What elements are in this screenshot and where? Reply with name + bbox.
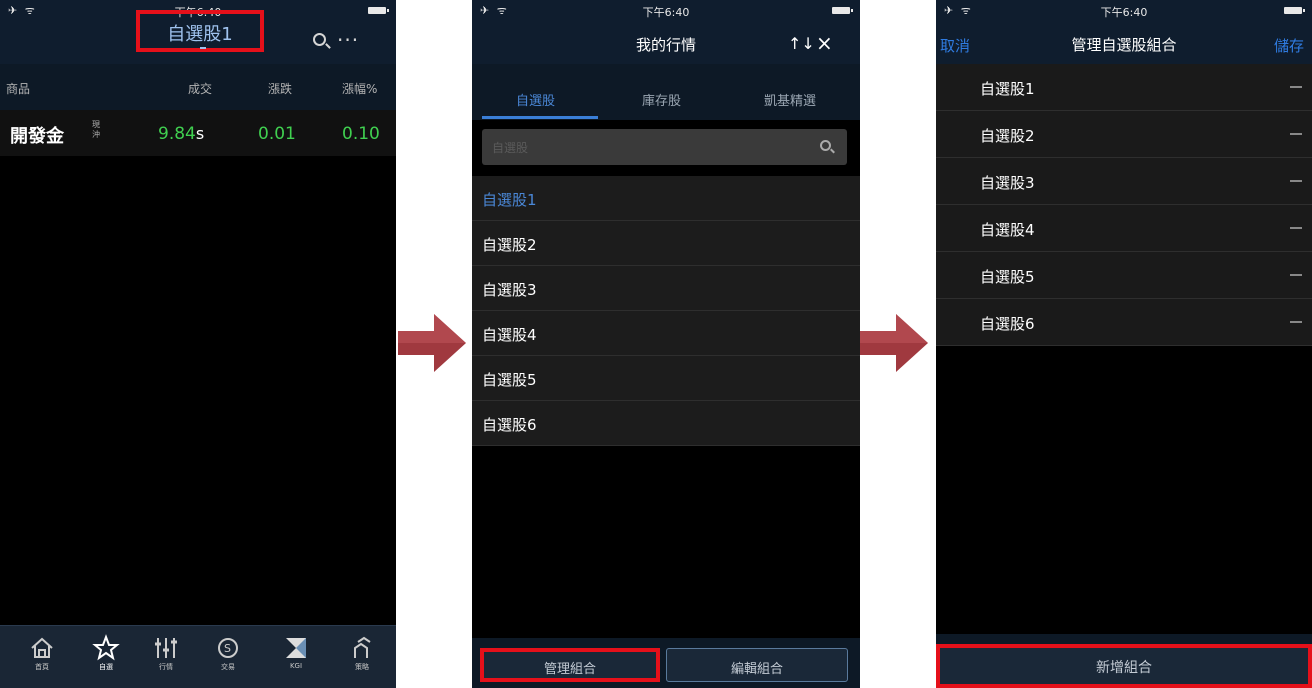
add-group-button[interactable]: 新增組合: [936, 644, 1312, 688]
status-bar: ✈ ᯤ 下午6:40: [472, 0, 860, 20]
stock-pct: 0.10: [342, 124, 380, 144]
column-deal[interactable]: 成交: [188, 80, 212, 97]
bottom-actions: 管理組合 編輯組合: [472, 638, 860, 688]
close-icon[interactable]: ×: [816, 31, 833, 55]
drag-handle-icon[interactable]: [1290, 86, 1302, 88]
list-item[interactable]: 自選股4: [936, 205, 1312, 252]
status-bar: ✈ ᯤ 下午6:40: [936, 0, 1312, 20]
more-icon[interactable]: ···: [337, 28, 359, 52]
battery-icon: [1284, 7, 1305, 14]
tab-kgi-picks[interactable]: 凱基精選: [764, 90, 816, 109]
home-icon: [31, 637, 53, 658]
watchlist-list: 自選股1 自選股2 自選股3 自選股4 自選股5 自選股6: [472, 176, 860, 446]
trade-icon: S: [218, 638, 238, 658]
drag-handle-icon[interactable]: [1290, 133, 1302, 135]
column-change[interactable]: 漲跌: [268, 80, 292, 97]
status-time: 下午6:40: [1100, 6, 1148, 19]
bottom-tab-bar: 首頁 自選 行情 S 交易 KGI 策略: [0, 625, 396, 688]
svg-text:S: S: [224, 642, 231, 655]
kgi-icon: [286, 638, 306, 658]
search-placeholder: 自選股: [492, 141, 529, 155]
stock-change: 0.01: [258, 124, 296, 144]
screen-watchlist: ✈ ᯤ 下午6:40 自選股1 ··· 商品 成交 漲跌 漲幅% 開發金 現沖 …: [0, 0, 396, 688]
day-trade-tag: 現沖: [92, 120, 100, 139]
search-icon[interactable]: [820, 140, 831, 151]
drag-handle-icon[interactable]: [1290, 274, 1302, 276]
star-icon: [92, 634, 120, 661]
column-product[interactable]: 商品: [6, 80, 30, 97]
tab-holdings[interactable]: 庫存股: [642, 90, 681, 109]
list-item[interactable]: 自選股5: [472, 356, 860, 401]
tab-kgi[interactable]: KGI: [276, 632, 316, 670]
tab-strategy[interactable]: 策略: [342, 632, 382, 672]
edit-groups-button[interactable]: 編輯組合: [666, 648, 848, 682]
quotes-icon: [155, 638, 177, 658]
battery-icon: [368, 7, 389, 14]
tab-watchlist[interactable]: 自選股: [516, 90, 555, 109]
drag-handle-icon[interactable]: [1290, 180, 1302, 182]
arrow-right-icon: [860, 314, 928, 372]
chevron-down-icon: [200, 47, 206, 49]
sort-icon[interactable]: ↑↓: [788, 34, 815, 53]
stock-name: 開發金: [10, 126, 64, 147]
active-tab-indicator: [482, 116, 598, 119]
column-header: 商品 成交 漲跌 漲幅%: [0, 64, 396, 110]
tab-trade[interactable]: S 交易: [208, 632, 248, 672]
group-list: 自選股1 自選股2 自選股3 自選股4 自選股5 自選股6: [936, 64, 1312, 346]
watchlist-title-dropdown[interactable]: 自選股1: [136, 10, 264, 52]
strategy-icon: [354, 636, 371, 658]
search-input[interactable]: 自選股: [482, 129, 847, 165]
price-suffix: s: [195, 124, 205, 143]
status-time: 下午6:40: [642, 6, 690, 19]
list-item[interactable]: 自選股1: [472, 176, 860, 221]
page-title: 管理自選股組合: [1071, 36, 1177, 54]
list-item[interactable]: 自選股4: [472, 311, 860, 356]
drag-handle-icon[interactable]: [1290, 321, 1302, 323]
manage-groups-button[interactable]: 管理組合: [480, 648, 660, 682]
stock-row[interactable]: 開發金 現沖 9.84s 0.01 0.10: [0, 110, 396, 156]
screen-manage-groups: ✈ ᯤ 下午6:40 取消 管理自選股組合 儲存 自選股1 自選股2 自選股3 …: [936, 0, 1312, 688]
list-item[interactable]: 自選股3: [936, 158, 1312, 205]
arrow-right-icon: [398, 314, 466, 372]
battery-icon: [832, 7, 853, 14]
screen-my-quotes: ✈ ᯤ 下午6:40 我的行情 ↑↓ × 自選股 庫存股 凱基精選 自選股 自選…: [472, 0, 860, 688]
list-item[interactable]: 自選股2: [936, 111, 1312, 158]
list-item[interactable]: 自選股3: [472, 266, 860, 311]
nav-bar: 取消 管理自選股組合 儲存: [936, 20, 1312, 64]
stock-price: 9.84s: [158, 124, 205, 144]
segment-tabs: 自選股 庫存股 凱基精選: [472, 64, 860, 120]
list-item[interactable]: 自選股6: [936, 299, 1312, 346]
list-item[interactable]: 自選股5: [936, 252, 1312, 299]
drag-handle-icon[interactable]: [1290, 227, 1302, 229]
search-icon[interactable]: [313, 33, 326, 46]
tab-home[interactable]: 首頁: [22, 632, 62, 672]
page-title: 自選股1: [167, 24, 233, 45]
nav-bar: 我的行情 ↑↓ ×: [472, 20, 860, 64]
list-item[interactable]: 自選股6: [472, 401, 860, 446]
save-button[interactable]: 儲存: [1274, 35, 1304, 56]
tab-watchlist[interactable]: 自選: [86, 632, 126, 672]
column-pct[interactable]: 漲幅%: [342, 80, 377, 97]
tab-quotes[interactable]: 行情: [146, 632, 186, 672]
list-item[interactable]: 自選股2: [472, 221, 860, 266]
bottom-actions: 新增組合: [936, 634, 1312, 688]
list-item[interactable]: 自選股1: [936, 64, 1312, 111]
